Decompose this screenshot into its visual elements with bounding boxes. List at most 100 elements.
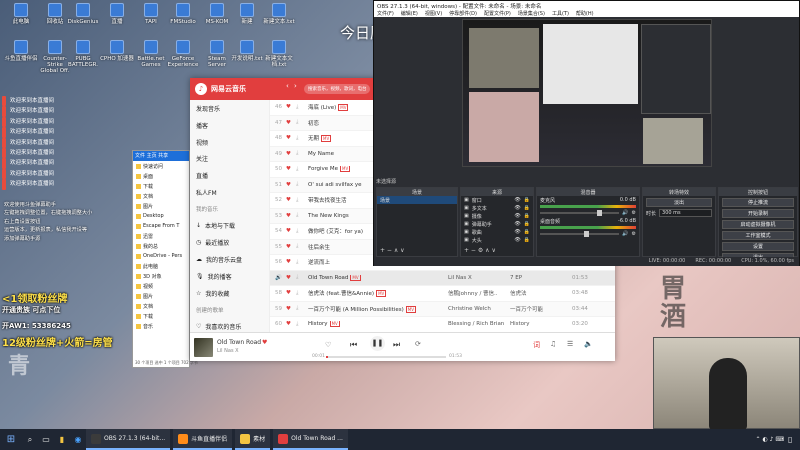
heart-icon[interactable]: ♥ xyxy=(286,197,296,203)
like-heart-icon[interactable]: ♥ xyxy=(262,339,267,346)
album-cover[interactable] xyxy=(194,338,213,357)
eye-icon[interactable]: 👁 xyxy=(514,205,520,211)
desktop-icon[interactable]: DiskGenius xyxy=(66,3,100,25)
source-item[interactable]: ▣ 摄像 👁 🔒 xyxy=(461,212,533,220)
mv-badge[interactable]: MV xyxy=(405,305,416,313)
download-icon[interactable]: ⤓ xyxy=(296,212,308,219)
explorer-nav-item[interactable]: Escape From T xyxy=(133,221,189,231)
volume-icon[interactable]: 🔈 xyxy=(584,340,593,348)
file-explorer-pin-icon[interactable]: ▮ xyxy=(54,435,70,444)
scene-add-remove-icons[interactable]: + − ∧ ∨ xyxy=(380,247,405,254)
desktop-icon[interactable]: PUBG BATTLEGR. xyxy=(66,40,100,68)
sidebar-item[interactable]: 🎙 我的播客 xyxy=(190,268,269,285)
sidebar-item[interactable]: ◷ 最近播放 xyxy=(190,234,269,251)
volume-slider[interactable] xyxy=(540,231,620,237)
eye-icon[interactable]: 👁 xyxy=(514,229,520,235)
explorer-nav-item[interactable]: 文档 xyxy=(133,191,189,201)
eye-icon[interactable]: 👁 xyxy=(514,213,520,219)
shuffle-icon[interactable]: ♡ xyxy=(325,341,331,349)
start-windows-icon[interactable]: ⊞ xyxy=(0,434,22,445)
mv-badge[interactable]: MV xyxy=(321,135,332,143)
download-icon[interactable]: ⤓ xyxy=(296,104,308,111)
forward-icon[interactable]: › xyxy=(294,82,297,90)
desktop-icon[interactable]: Battle.net Games xyxy=(134,40,168,68)
task-view-icon[interactable]: ▭ xyxy=(38,435,54,444)
eye-icon[interactable]: 👁 xyxy=(514,221,520,227)
explorer-nav-item[interactable]: 图片 xyxy=(133,291,189,301)
lyric-badge[interactable]: 词 xyxy=(533,340,540,350)
source-item[interactable]: ▣ 窗口 👁 🔒 xyxy=(461,196,533,204)
back-icon[interactable]: ‹ xyxy=(286,82,289,90)
heart-icon[interactable]: ♥ xyxy=(286,135,296,141)
search-input[interactable]: 搜索音乐，视频，歌词，电台 xyxy=(304,84,370,94)
obs-menu-item[interactable]: 场景集合(S) xyxy=(518,10,545,17)
heart-icon[interactable]: ♥ xyxy=(286,120,296,126)
heart-icon[interactable]: ♥ xyxy=(286,151,296,157)
taskbar-app-button[interactable]: Old Town Road ... xyxy=(273,429,348,450)
sound-effect-icon[interactable]: ♫ xyxy=(550,340,556,348)
mv-badge[interactable]: MV xyxy=(338,104,349,112)
next-icon[interactable]: ⏭ xyxy=(393,340,400,350)
obs-menu-item[interactable]: 文件(F) xyxy=(377,10,394,17)
sidebar-item[interactable]: ↓ 本地与下载 xyxy=(190,218,269,235)
lock-icon[interactable]: 🔒 xyxy=(524,237,530,243)
file-explorer-window[interactable]: 文件 主页 共享 快速访问 桌面 下载 文档 图片 Desktop Escape From … xyxy=(132,150,198,368)
explorer-nav-item[interactable]: 图片 xyxy=(133,201,189,211)
desktop-icon[interactable]: FMStudio xyxy=(166,3,200,25)
now-playing-artist[interactable]: Lil Nas X xyxy=(217,348,239,354)
download-icon[interactable]: ⤓ xyxy=(296,135,308,142)
download-icon[interactable]: ⤓ xyxy=(296,274,308,281)
lock-icon[interactable]: 🔒 xyxy=(524,197,530,203)
sidebar-item[interactable]: 私人FM xyxy=(190,184,269,201)
obs-menu-item[interactable]: 视图(V) xyxy=(425,10,442,17)
explorer-nav-item[interactable]: 此电脑 xyxy=(133,261,189,271)
download-icon[interactable]: ⤓ xyxy=(296,290,308,297)
track-artist[interactable]: 信鹏Johnny / 曹信.. xyxy=(448,289,510,297)
obs-menu-item[interactable]: 编辑(E) xyxy=(401,10,418,17)
volume-slider-knob[interactable] xyxy=(583,231,589,237)
desktop-icon[interactable]: 新建文本.txt xyxy=(262,3,296,25)
obs-control-button[interactable]: 工作室模式 xyxy=(722,231,794,240)
heart-icon[interactable]: ♥ xyxy=(286,259,296,265)
track-artist[interactable]: Lil Nas X xyxy=(448,275,510,281)
desktop-icon[interactable]: 直播 xyxy=(100,3,134,25)
heart-icon[interactable]: ♥ xyxy=(286,166,296,172)
taskbar-app-button[interactable]: 素材 xyxy=(235,429,271,450)
explorer-nav-item[interactable]: 文档 xyxy=(133,301,189,311)
sidebar-item[interactable]: ☁ 我的音乐云盘 xyxy=(190,251,269,268)
desktop-icon[interactable]: 新建 xyxy=(230,3,264,25)
volume-slider-knob[interactable] xyxy=(597,210,603,216)
heart-icon[interactable]: ♥ xyxy=(286,290,296,296)
obs-control-button[interactable]: 设置 xyxy=(722,242,794,251)
obs-menu-item[interactable]: 停靠部件(D) xyxy=(449,10,477,17)
search-icon[interactable]: ⌕ xyxy=(22,435,38,445)
obs-menu-item[interactable]: 工具(T) xyxy=(552,10,569,17)
source-item[interactable]: ▣ 大头 👁 🔒 xyxy=(461,236,533,244)
desktop-icon[interactable]: 斗鱼直播伴侣 xyxy=(4,40,38,62)
download-icon[interactable]: ⤓ xyxy=(296,321,308,328)
volume-slider[interactable] xyxy=(540,210,620,216)
obs-window[interactable]: OBS 27.1.3 (64-bit, windows) - 配置文件: 未命名… xyxy=(373,0,800,266)
explorer-nav-item[interactable]: 桌面 xyxy=(133,171,189,181)
heart-icon[interactable]: ♥ xyxy=(286,306,296,312)
pause-button[interactable]: ❚❚ xyxy=(370,336,385,351)
duration-input[interactable]: 300 ms xyxy=(659,209,712,217)
download-icon[interactable]: ⤓ xyxy=(296,259,308,266)
scene-item[interactable]: 场景 xyxy=(377,196,457,204)
download-icon[interactable]: ⤓ xyxy=(296,150,308,157)
desktop-icon[interactable]: GeForce Experience xyxy=(166,40,200,68)
track-album[interactable]: 一百万个可能 xyxy=(510,305,572,313)
speaker-icon[interactable]: 🔊 xyxy=(622,210,628,216)
repeat-icon[interactable]: ⟳ xyxy=(415,340,421,348)
speaker-icon[interactable]: 🔊 xyxy=(622,231,628,237)
explorer-nav-item[interactable]: OneDrive - Pers xyxy=(133,251,189,261)
download-icon[interactable]: ⤓ xyxy=(296,119,308,126)
explorer-nav-item[interactable]: 音乐 xyxy=(133,321,189,331)
mv-badge[interactable]: MV xyxy=(376,290,387,298)
lock-icon[interactable]: 🔒 xyxy=(524,229,530,235)
notification-icon[interactable]: ▯ xyxy=(788,435,800,444)
obs-control-button[interactable]: 开始录制 xyxy=(722,209,794,218)
explorer-nav-item[interactable]: 3D 对象 xyxy=(133,271,189,281)
obs-menu-item[interactable]: 配置文件(P) xyxy=(484,10,511,17)
track-row[interactable]: 58 ♥ ⤓ 信虎法 (feat.曹信&Annie) MV 信鹏Johnny / 曹信..… xyxy=(270,286,615,302)
